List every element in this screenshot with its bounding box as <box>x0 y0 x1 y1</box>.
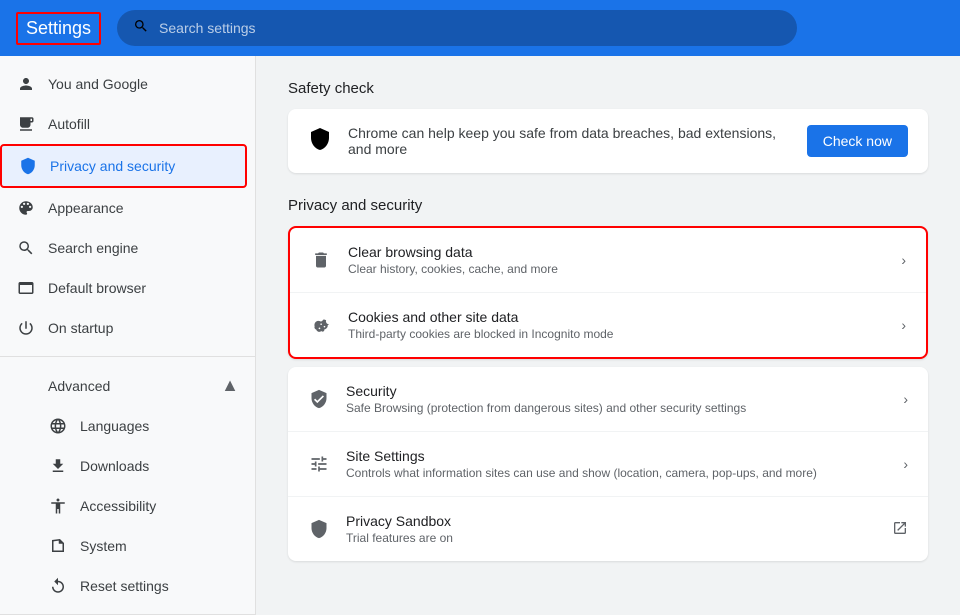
sidebar-item-appearance[interactable]: Appearance <box>0 188 247 228</box>
sandbox-icon <box>308 518 330 540</box>
site-settings-title: Site Settings <box>346 448 887 464</box>
sidebar-item-reset-settings[interactable]: Reset settings <box>0 566 247 606</box>
cookies-site-data-title: Cookies and other site data <box>348 309 885 325</box>
sidebar-item-languages[interactable]: Languages <box>0 406 247 446</box>
privacy-highlighted-card: Clear browsing data Clear history, cooki… <box>288 226 928 359</box>
privacy-security-title: Privacy and security <box>288 197 928 214</box>
search-icon <box>133 18 149 39</box>
sidebar-item-default-browser[interactable]: Default browser <box>0 268 247 308</box>
trash-icon <box>310 249 332 271</box>
search-input[interactable] <box>159 20 781 36</box>
system-icon <box>48 536 68 556</box>
autofill-icon <box>16 114 36 134</box>
clear-browsing-data-content: Clear browsing data Clear history, cooki… <box>348 244 885 276</box>
accessibility-icon <box>48 496 68 516</box>
clear-browsing-data-item[interactable]: Clear browsing data Clear history, cooki… <box>290 228 926 293</box>
security-desc: Safe Browsing (protection from dangerous… <box>346 401 887 415</box>
chevron-right-icon: › <box>901 252 906 268</box>
sidebar-item-label: Reset settings <box>80 578 169 594</box>
power-icon <box>16 318 36 338</box>
sidebar-item-autofill[interactable]: Autofill <box>0 104 247 144</box>
privacy-sandbox-desc: Trial features are on <box>346 531 876 545</box>
sidebar-item-privacy-and-security[interactable]: Privacy and security <box>0 144 247 188</box>
safety-check-card: Chrome can help keep you safe from data … <box>288 109 928 173</box>
safety-check-description: Chrome can help keep you safe from data … <box>348 125 791 157</box>
privacy-sandbox-title: Privacy Sandbox <box>346 513 876 529</box>
main-content: Safety check Chrome can help keep you sa… <box>256 56 960 615</box>
sidebar-item-label: You and Google <box>48 76 148 92</box>
privacy-sandbox-item[interactable]: Privacy Sandbox Trial features are on <box>288 497 928 561</box>
sidebar-item-you-and-google[interactable]: You and Google <box>0 64 247 104</box>
check-now-button[interactable]: Check now <box>807 125 908 157</box>
sidebar-item-label: Accessibility <box>80 498 156 514</box>
app-title: Settings <box>16 12 101 45</box>
privacy-sandbox-content: Privacy Sandbox Trial features are on <box>346 513 876 545</box>
chevron-right-icon: › <box>903 456 908 472</box>
advanced-label: Advanced <box>48 378 209 394</box>
sliders-icon <box>308 453 330 475</box>
cookies-site-data-content: Cookies and other site data Third-party … <box>348 309 885 341</box>
sidebar-item-system[interactable]: System <box>0 526 247 566</box>
sidebar-item-label: On startup <box>48 320 113 336</box>
sidebar-item-label: Autofill <box>48 116 90 132</box>
site-settings-content: Site Settings Controls what information … <box>346 448 887 480</box>
sidebar-item-label: Appearance <box>48 200 124 216</box>
external-link-icon <box>892 520 908 539</box>
sidebar-item-on-startup[interactable]: On startup <box>0 308 247 348</box>
advanced-icon <box>16 376 36 396</box>
cookie-icon <box>310 314 332 336</box>
clear-browsing-data-desc: Clear history, cookies, cache, and more <box>348 262 885 276</box>
sidebar-divider <box>0 356 255 357</box>
sidebar-advanced-header[interactable]: Advanced ▲ <box>0 365 255 406</box>
sidebar-item-label: Search engine <box>48 240 138 256</box>
sidebar-item-label: Default browser <box>48 280 146 296</box>
download-icon <box>48 456 68 476</box>
site-settings-desc: Controls what information sites can use … <box>346 466 887 480</box>
browser-icon <box>16 278 36 298</box>
sidebar-item-label: Languages <box>80 418 149 434</box>
sidebar-item-label: Downloads <box>80 458 149 474</box>
clear-browsing-data-title: Clear browsing data <box>348 244 885 260</box>
chevron-up-icon: ▲ <box>221 375 239 396</box>
chevron-right-icon: › <box>903 391 908 407</box>
security-content: Security Safe Browsing (protection from … <box>346 383 887 415</box>
cookies-site-data-item[interactable]: Cookies and other site data Third-party … <box>290 293 926 357</box>
sidebar-item-downloads[interactable]: Downloads <box>0 446 247 486</box>
safety-check-title: Safety check <box>288 80 928 97</box>
app-header: Settings <box>0 0 960 56</box>
search-bar[interactable] <box>117 10 797 46</box>
search-icon <box>16 238 36 258</box>
site-settings-item[interactable]: Site Settings Controls what information … <box>288 432 928 497</box>
cookies-site-data-desc: Third-party cookies are blocked in Incog… <box>348 327 885 341</box>
palette-icon <box>16 198 36 218</box>
safety-shield-icon <box>308 127 332 156</box>
sidebar-item-search-engine[interactable]: Search engine <box>0 228 247 268</box>
sidebar-item-label: Privacy and security <box>50 158 175 174</box>
globe-icon <box>48 416 68 436</box>
chevron-right-icon: › <box>901 317 906 333</box>
shield-icon <box>18 156 38 176</box>
sidebar-item-accessibility[interactable]: Accessibility <box>0 486 247 526</box>
shield-check-icon <box>308 388 330 410</box>
main-layout: You and Google Autofill Privacy and secu… <box>0 56 960 615</box>
person-icon <box>16 74 36 94</box>
privacy-normal-card: Security Safe Browsing (protection from … <box>288 367 928 561</box>
security-title: Security <box>346 383 887 399</box>
security-item[interactable]: Security Safe Browsing (protection from … <box>288 367 928 432</box>
reset-icon <box>48 576 68 596</box>
sidebar-item-label: System <box>80 538 127 554</box>
sidebar: You and Google Autofill Privacy and secu… <box>0 56 256 615</box>
